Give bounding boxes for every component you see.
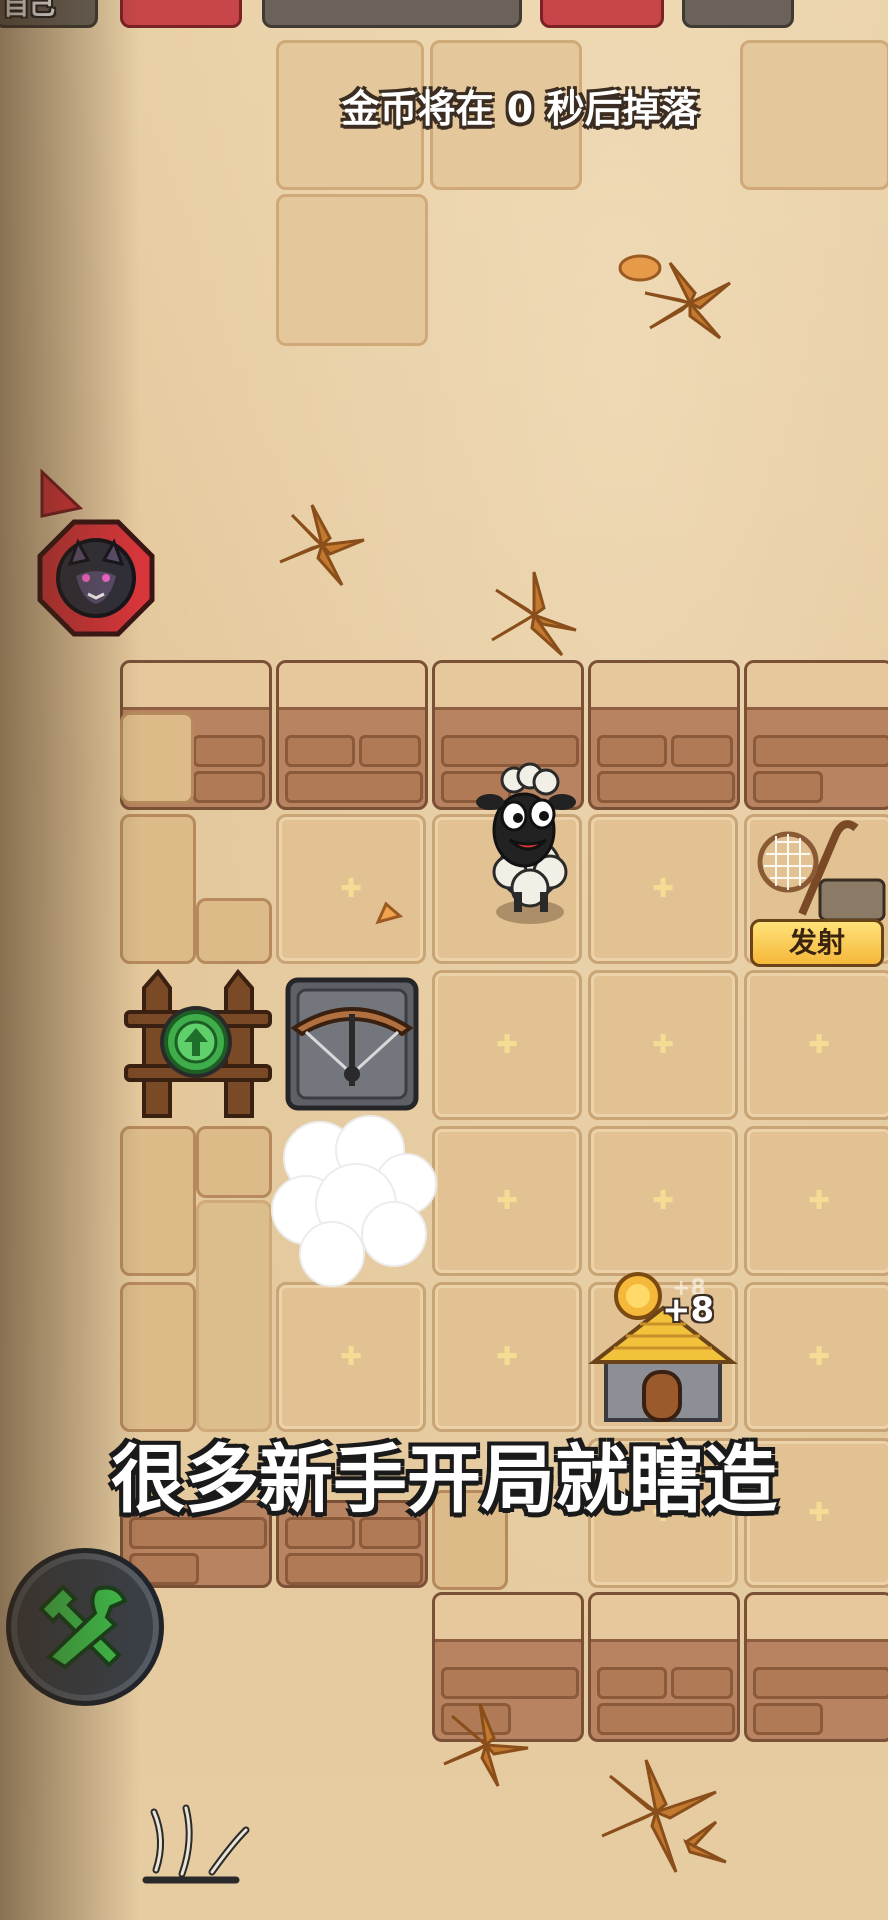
coin-drop-suffix: 秒后掉落 xyxy=(546,87,699,131)
build-hammer-wrench-icon xyxy=(38,1584,128,1670)
build-slot[interactable]: ✚ xyxy=(432,1282,582,1432)
dry-leaf-icon xyxy=(279,504,365,586)
build-slot[interactable]: ✚ xyxy=(432,1126,582,1276)
stone-wall xyxy=(276,660,428,810)
pebble-icon xyxy=(618,254,662,282)
build-tools-button[interactable] xyxy=(6,1548,164,1706)
build-slot[interactable]: ✚ xyxy=(588,970,738,1120)
crossbow-trap-icon[interactable] xyxy=(282,974,422,1114)
stone-wall xyxy=(588,660,740,810)
rock-block xyxy=(196,898,272,964)
rock-block xyxy=(120,814,196,964)
rock-block xyxy=(120,1282,196,1432)
coin-drop-seconds: 0 xyxy=(506,87,534,131)
bones-icon xyxy=(142,1804,250,1884)
offscreen-arrow-icon xyxy=(40,468,84,518)
wolf-enemy-icon[interactable] xyxy=(36,518,156,638)
rock-block xyxy=(120,1126,196,1276)
stone-wall xyxy=(588,1592,740,1742)
income-popup: +8 xyxy=(662,1290,715,1330)
rock-block xyxy=(120,712,194,804)
smoke-cloud xyxy=(271,1115,437,1287)
dry-leaf-icon xyxy=(443,1703,529,1787)
build-slot[interactable]: ✚ xyxy=(276,814,426,964)
game-scene: 自己 金币将在 0 秒后掉落 ✚ ✚ ✚ ✚ ✚ ✚ ✚ ✚ ✚ ✚ ✚ ✚ ✚… xyxy=(0,0,888,1920)
coin-drop-prefix: 金币将在 xyxy=(341,87,494,131)
upgrade-arrow-icon[interactable] xyxy=(172,1018,220,1066)
build-slot[interactable]: ✚ xyxy=(588,814,738,964)
hud-slot-enemy-1[interactable] xyxy=(120,0,242,28)
build-slot[interactable]: ✚ xyxy=(432,970,582,1120)
self-label: 自己 xyxy=(3,0,56,21)
hud-slot-self[interactable]: 自己 xyxy=(0,0,98,28)
stone-wall xyxy=(744,660,888,810)
slingshot-net-icon[interactable] xyxy=(752,814,888,924)
pebble-icon xyxy=(375,901,404,925)
launch-button[interactable]: 发射 xyxy=(750,919,884,967)
rock-block xyxy=(196,1126,272,1198)
floor-tile xyxy=(196,1200,272,1432)
build-slot[interactable]: ✚ xyxy=(744,970,888,1120)
video-subtitle: 很多新手开局就瞎造 xyxy=(111,1437,777,1523)
hud-slot-3[interactable] xyxy=(682,0,794,28)
coin-drop-timer: 金币将在 0 秒后掉落 xyxy=(260,78,780,133)
hud-slot-enemy-2[interactable] xyxy=(540,0,664,28)
hud-slot-2[interactable] xyxy=(262,0,522,28)
dry-leaf-icon xyxy=(491,571,577,657)
build-slot[interactable]: ✚ xyxy=(276,1282,426,1432)
build-slot[interactable]: ✚ xyxy=(588,1126,738,1276)
build-slot[interactable]: ✚ xyxy=(744,1282,888,1432)
stone-wall xyxy=(744,1592,888,1742)
dry-leaf-icon xyxy=(601,1759,727,1873)
sheep-player-icon[interactable] xyxy=(466,760,596,930)
floor-tile xyxy=(276,194,428,346)
build-slot[interactable]: ✚ xyxy=(744,1126,888,1276)
